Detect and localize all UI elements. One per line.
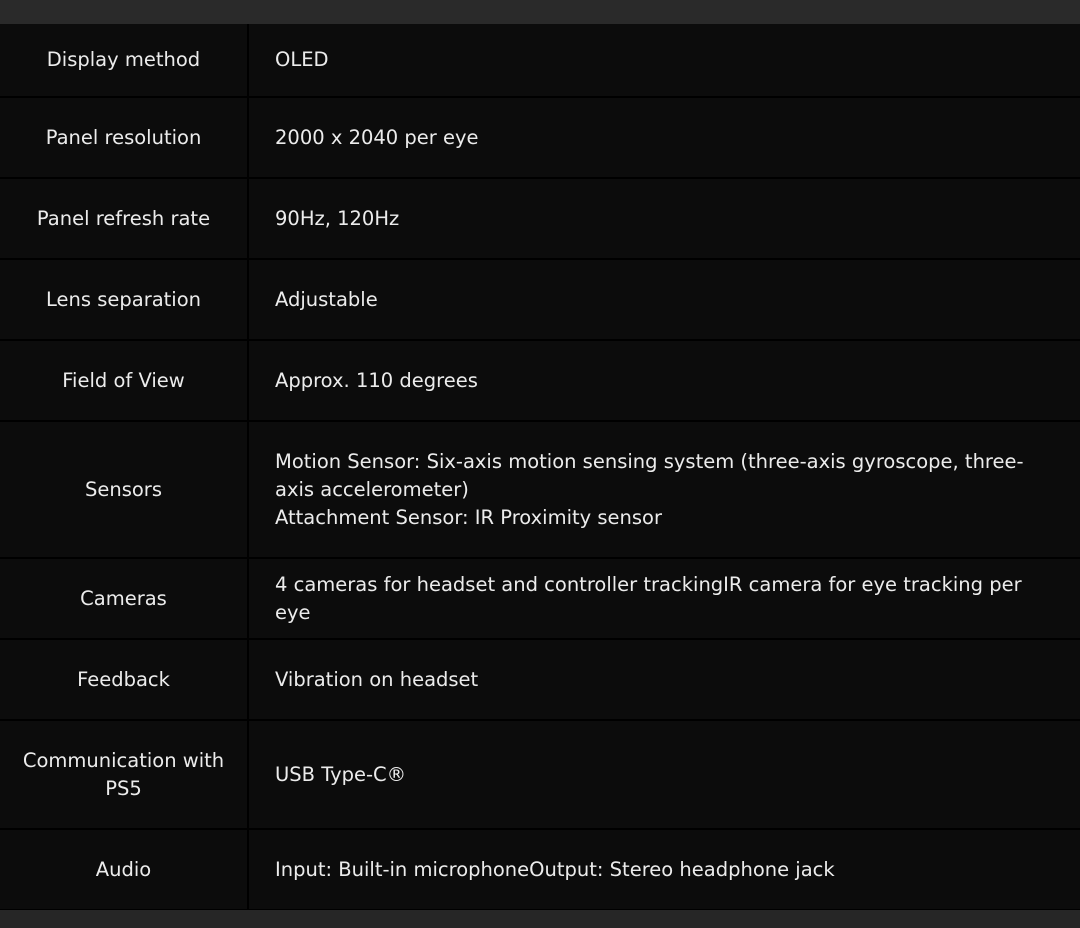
spec-row-sensors: Sensors Motion Sensor: Six-axis motion s… — [0, 422, 1080, 557]
spec-value: USB Type-C® — [249, 721, 1080, 828]
spec-row-audio: Audio Input: Built-in microphoneOutput: … — [0, 830, 1080, 909]
spec-label: Feedback — [0, 640, 247, 719]
spec-label: Display method — [0, 24, 247, 96]
top-bar — [0, 0, 1080, 24]
spec-row-display-method: Display method OLED — [0, 24, 1080, 96]
spec-label: Lens separation — [0, 260, 247, 339]
spec-value: 4 cameras for headset and controller tra… — [249, 559, 1080, 638]
spec-value: Vibration on headset — [249, 640, 1080, 719]
spec-row-panel-refresh-rate: Panel refresh rate 90Hz, 120Hz — [0, 179, 1080, 258]
spec-row-field-of-view: Field of View Approx. 110 degrees — [0, 341, 1080, 420]
spec-row-panel-resolution: Panel resolution 2000 x 2040 per eye — [0, 98, 1080, 177]
spec-row-communication: Communication with PS5 USB Type-C® — [0, 721, 1080, 828]
spec-table: Display method OLED Panel resolution 200… — [0, 24, 1080, 910]
spec-label: Field of View — [0, 341, 247, 420]
spec-value: 2000 x 2040 per eye — [249, 98, 1080, 177]
spec-value: 90Hz, 120Hz — [249, 179, 1080, 258]
bottom-bar — [0, 910, 1080, 928]
spec-label: Panel resolution — [0, 98, 247, 177]
spec-value: OLED — [249, 24, 1080, 96]
spec-row-lens-separation: Lens separation Adjustable — [0, 260, 1080, 339]
spec-label: Cameras — [0, 559, 247, 638]
spec-value: Adjustable — [249, 260, 1080, 339]
spec-label: Sensors — [0, 422, 247, 557]
spec-value: Motion Sensor: Six-axis motion sensing s… — [249, 422, 1080, 557]
spec-row-cameras: Cameras 4 cameras for headset and contro… — [0, 559, 1080, 638]
spec-label: Audio — [0, 830, 247, 909]
spec-value: Approx. 110 degrees — [249, 341, 1080, 420]
spec-value: Input: Built-in microphoneOutput: Stereo… — [249, 830, 1080, 909]
spec-row-feedback: Feedback Vibration on headset — [0, 640, 1080, 719]
spec-label: Communication with PS5 — [0, 721, 247, 828]
spec-label: Panel refresh rate — [0, 179, 247, 258]
